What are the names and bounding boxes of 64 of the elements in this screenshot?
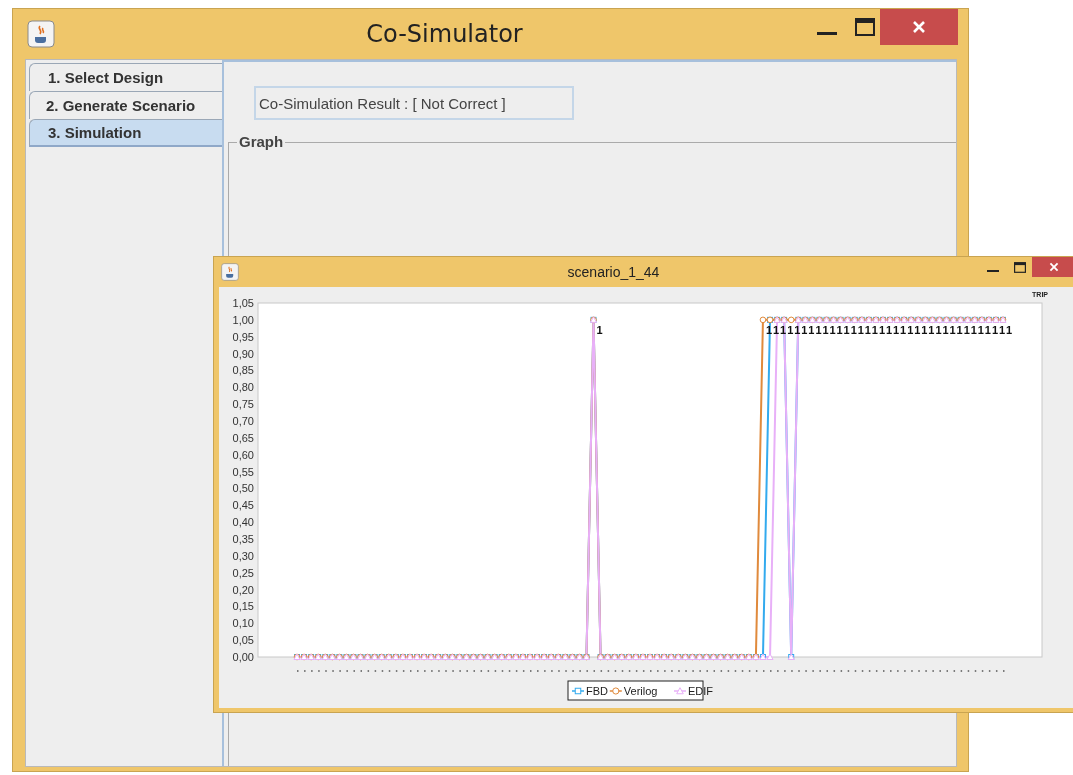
data-label: 1 <box>949 323 956 336</box>
y-tick-label: 0,60 <box>232 448 254 461</box>
data-label: 1 <box>843 323 850 336</box>
data-label: 1 <box>984 323 991 336</box>
data-label: 1 <box>928 323 935 336</box>
y-tick-label: 0,75 <box>232 398 254 411</box>
data-label: 1 <box>596 323 603 336</box>
y-tick-label: 0,85 <box>232 364 254 377</box>
y-tick-label: 0,80 <box>232 381 254 394</box>
data-label: 1 <box>822 323 829 336</box>
data-label: 1 <box>815 323 822 336</box>
y-tick-label: 1,00 <box>232 313 254 326</box>
data-label: 1 <box>886 323 893 336</box>
data-label: 1 <box>900 323 907 336</box>
data-label: 1 <box>998 323 1006 336</box>
group-title: Graph <box>237 133 286 150</box>
y-tick-label: 0,45 <box>232 499 254 512</box>
y-tick-label: 0,50 <box>232 482 254 495</box>
data-label: 1 <box>871 323 878 336</box>
data-label: 1 <box>836 323 843 336</box>
y-tick-label: 0,30 <box>232 549 254 562</box>
data-label: 1 <box>935 323 942 336</box>
y-tick-label: 0,20 <box>232 583 254 596</box>
y-tick-label: 0,00 <box>232 651 254 663</box>
legend-label: Verilog <box>623 685 658 697</box>
data-label: 1 <box>878 323 886 336</box>
y-tick-label: 0,05 <box>232 634 254 647</box>
data-label: 1 <box>829 323 836 336</box>
y-tick-label: 0,90 <box>232 347 254 360</box>
data-label: 1 <box>780 323 787 336</box>
data-label: 1 <box>970 323 977 336</box>
result-field: Co-Simulation Result : [ Not Correct ] <box>254 86 574 120</box>
data-label: 1 <box>956 323 963 336</box>
data-label: 1 <box>864 323 871 336</box>
data-label: 1 <box>794 323 801 336</box>
y-tick-label: 0,25 <box>232 566 254 579</box>
data-label: 1 <box>850 323 857 336</box>
y-tick-label: 0,70 <box>232 415 254 427</box>
window-title: Co-Simulator <box>365 20 524 48</box>
data-label: 1 <box>914 323 921 336</box>
legend-label: EDIF <box>688 685 714 697</box>
y-tick-label: 0,35 <box>232 533 254 545</box>
data-label: 1 <box>857 323 864 336</box>
data-label: 1 <box>963 323 970 336</box>
data-label: 1 <box>907 323 914 336</box>
data-label: 1 <box>991 323 998 336</box>
data-label: 1 <box>787 323 794 336</box>
y-tick-label: 0,65 <box>232 431 254 444</box>
data-label: 1 <box>893 323 900 336</box>
data-label: 1 <box>977 323 984 336</box>
y-tick-label: 0,15 <box>232 600 254 613</box>
data-label: 1 <box>1006 323 1013 336</box>
data-label: 1 <box>808 323 815 336</box>
window-title: scenario_1_44 <box>566 264 661 280</box>
y-tick-label: 0,10 <box>232 617 254 630</box>
y-tick-label: 1,05 <box>232 297 254 309</box>
y-tick-label: 0,55 <box>232 465 254 478</box>
y-tick-label: 0,95 <box>232 330 254 343</box>
data-label: 1 <box>773 323 780 336</box>
y-tick-label: 0,40 <box>232 516 254 529</box>
data-label: 1 <box>921 323 928 336</box>
data-label: 1 <box>801 323 808 336</box>
data-label: 1 <box>942 323 949 336</box>
legend-label: FBD <box>586 685 609 697</box>
